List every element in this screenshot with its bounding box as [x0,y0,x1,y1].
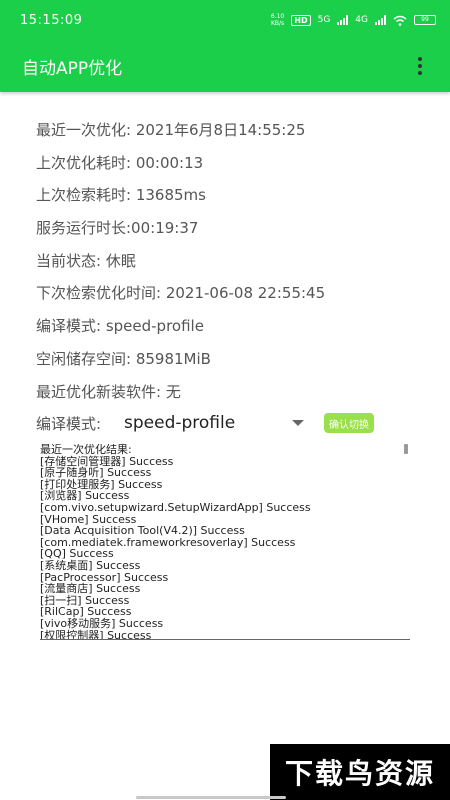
list-item: [权限控制器] Success [40,628,152,640]
home-indicator[interactable] [136,796,286,799]
info-list: 最近一次优化: 2021年6月8日14:55:25 上次优化耗时: 00:00:… [36,114,436,408]
info-next-optimize: 下次检索优化时间: 2021-06-08 22:55:45 [36,284,326,303]
compile-mode-label: 编译模式: [36,414,102,433]
signal-5g-label: 5G [317,15,331,25]
list-item: [系统桌面] Success [40,558,141,572]
compile-mode-row: 编译模式: speed-profile 确认切换 [36,408,416,438]
signal-5g-icon [337,15,349,25]
list-item: [流量商店] Success [40,582,141,596]
network-speed: 6.10 KB/s [270,13,285,27]
scrollbar-thumb[interactable] [404,444,408,454]
compile-mode-value: speed-profile [124,413,236,433]
optimize-result-log[interactable]: 最近一次优化结果: [存储空间管理器] Success [原子随身听] Succ… [40,444,410,640]
signal-4g-label: 4G [355,15,368,25]
info-current-state: 当前状态: 休眠 [36,251,136,270]
info-compile-mode: 编译模式: speed-profile [36,317,204,336]
status-icons: 6.10 KB/s HD 5G 4G 99 [271,13,436,27]
info-free-storage: 空闲储存空间: 85981MiB [36,349,211,368]
dropdown-caret-icon [292,420,304,426]
status-time: 15:15:09 [20,12,83,28]
signal-4g-icon [375,15,386,25]
wifi-icon [393,15,407,26]
info-last-search: 上次检索耗时: 13685ms [36,186,206,205]
list-item: [vivo移动服务] Success [40,616,164,630]
battery-icon: 99 [414,15,436,25]
info-service-uptime: 服务运行时长:00:19:37 [36,219,199,238]
confirm-switch-button[interactable]: 确认切换 [324,413,374,433]
list-item: [Data Acquisition Tool(V4.2)] Success [40,524,245,538]
info-last-optimize: 最近一次优化: 2021年6月8日14:55:25 [36,121,306,139]
info-new-apps: 最近优化新装软件: 无 [36,382,181,401]
more-options-icon[interactable] [410,54,430,78]
hd-icon: HD [291,14,311,26]
watermark-logo: 下载鸟资源 [270,744,450,800]
app-title: 自动APP优化 [22,58,123,79]
list-item: [com.vivo.setupwizard.SetupWizardApp] Su… [40,500,311,514]
info-last-duration: 上次优化耗时: 00:00:13 [36,153,204,172]
compile-mode-select[interactable]: speed-profile [124,408,312,438]
status-bar: 15:15:09 6.10 KB/s HD 5G 4G 99 [0,0,450,40]
app-bar: 自动APP优化 [0,40,450,92]
list-item: 最近一次优化结果: [40,444,132,456]
